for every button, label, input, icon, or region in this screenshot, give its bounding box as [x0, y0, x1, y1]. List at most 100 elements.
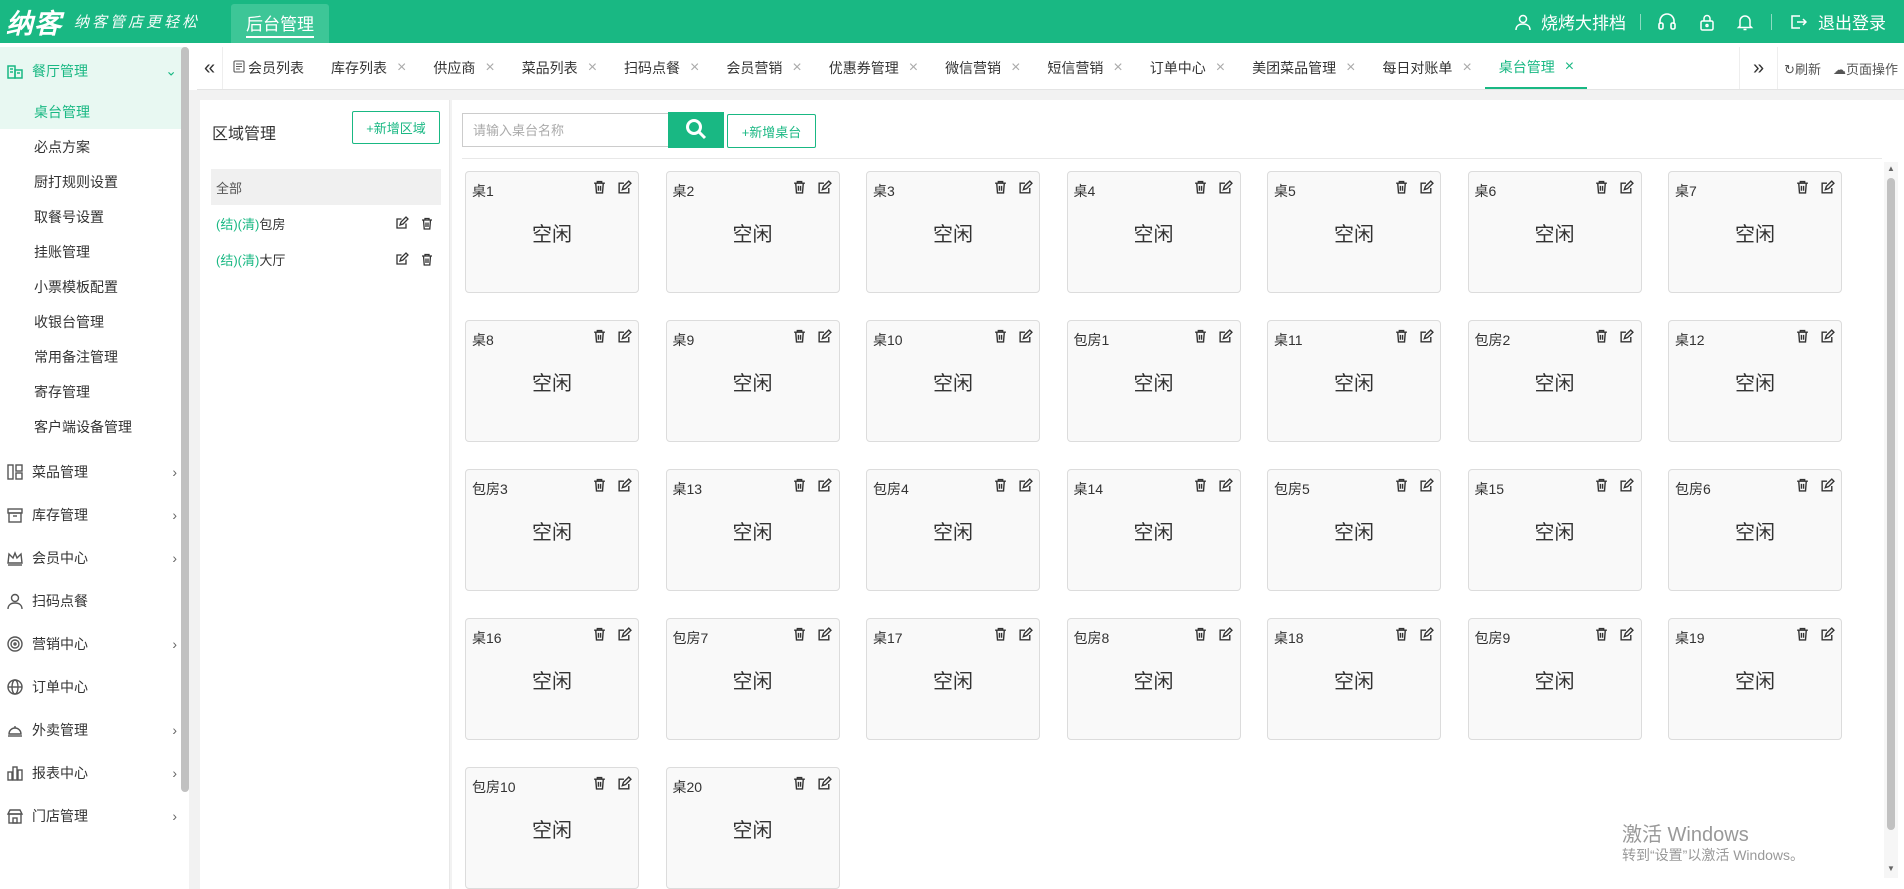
close-icon[interactable]: × — [1346, 59, 1355, 77]
table-card[interactable]: 包房7 空闲 — [665, 618, 840, 740]
edit-icon[interactable] — [817, 626, 833, 642]
table-card[interactable]: 桌1 空闲 — [465, 171, 639, 293]
scroll-down-arrow-icon[interactable]: ▼ — [1887, 864, 1895, 873]
edit-icon[interactable] — [1418, 328, 1434, 344]
area-item-all[interactable]: 全部 — [211, 169, 441, 205]
logout-button[interactable]: 退出登录 — [1786, 0, 1904, 43]
edit-icon[interactable] — [616, 775, 632, 791]
edit-icon[interactable] — [616, 328, 632, 344]
tab-dish-list[interactable]: 菜品列表 × — [508, 47, 610, 89]
edit-icon[interactable] — [1819, 626, 1835, 642]
close-icon[interactable]: × — [485, 59, 494, 77]
trash-icon[interactable] — [992, 328, 1008, 344]
table-card[interactable]: 包房8 空闲 — [1066, 618, 1241, 740]
tab-scroll-right[interactable]: » — [1739, 47, 1777, 89]
add-area-button[interactable]: +新增区域 — [352, 111, 440, 144]
trash-icon[interactable] — [792, 477, 808, 493]
trash-icon[interactable] — [1594, 328, 1610, 344]
search-button[interactable] — [668, 112, 724, 148]
edit-icon[interactable] — [1819, 328, 1835, 344]
edit-icon[interactable] — [1819, 477, 1835, 493]
table-card[interactable]: 桌11 空闲 — [1267, 320, 1441, 442]
edit-icon[interactable] — [1619, 179, 1635, 195]
table-card[interactable]: 桌4 空闲 — [1066, 171, 1241, 293]
edit-icon[interactable] — [1619, 626, 1635, 642]
table-card[interactable]: 包房10 空闲 — [465, 767, 639, 889]
trash-icon[interactable] — [992, 626, 1008, 642]
close-icon[interactable]: × — [690, 59, 699, 77]
table-card[interactable]: 桌19 空闲 — [1668, 618, 1842, 740]
tab-scan-order[interactable]: 扫码点餐 × — [610, 47, 712, 89]
table-card[interactable]: 桌5 空闲 — [1267, 171, 1441, 293]
sidebar-group-store[interactable]: 门店管理 › — [0, 794, 187, 837]
table-card[interactable]: 包房9 空闲 — [1467, 618, 1642, 740]
table-card[interactable]: 桌9 空闲 — [665, 320, 840, 442]
trash-icon[interactable] — [419, 251, 435, 267]
trash-icon[interactable] — [591, 328, 607, 344]
edit-icon[interactable] — [1819, 179, 1835, 195]
trash-icon[interactable] — [1193, 328, 1209, 344]
scroll-up-arrow-icon[interactable]: ▲ — [1887, 164, 1895, 173]
sidebar-item-must-order[interactable]: 必点方案 — [0, 129, 187, 164]
trash-icon[interactable] — [792, 328, 808, 344]
edit-icon[interactable] — [817, 477, 833, 493]
trash-icon[interactable] — [792, 626, 808, 642]
trash-icon[interactable] — [1193, 626, 1209, 642]
tab-meituan-dishes[interactable]: 美团菜品管理 × — [1238, 47, 1368, 89]
trash-icon[interactable] — [591, 477, 607, 493]
edit-icon[interactable] — [1017, 179, 1033, 195]
edit-icon[interactable] — [394, 215, 410, 231]
trash-icon[interactable] — [419, 215, 435, 231]
trash-icon[interactable] — [792, 775, 808, 791]
add-table-button[interactable]: +新增桌台 — [727, 114, 816, 148]
sidebar-scrollbar[interactable] — [181, 47, 189, 792]
close-icon[interactable]: × — [1113, 59, 1122, 77]
sidebar-group-orders[interactable]: 订单中心 — [0, 665, 187, 708]
sidebar-item-cashier[interactable]: 收银台管理 — [0, 304, 187, 339]
trash-icon[interactable] — [1794, 477, 1810, 493]
grid-scrollbar-thumb[interactable] — [1887, 178, 1895, 830]
sidebar-group-marketing[interactable]: 营销中心 › — [0, 622, 187, 665]
sidebar-group-members[interactable]: 会员中心 › — [0, 536, 187, 579]
close-icon[interactable]: × — [1462, 59, 1471, 77]
edit-icon[interactable] — [1017, 328, 1033, 344]
edit-icon[interactable] — [616, 477, 632, 493]
refresh-button[interactable]: ↻刷新 — [1778, 59, 1827, 78]
trash-icon[interactable] — [992, 179, 1008, 195]
trash-icon[interactable] — [1794, 179, 1810, 195]
edit-icon[interactable] — [1418, 179, 1434, 195]
edit-icon[interactable] — [1418, 477, 1434, 493]
close-icon[interactable]: × — [1565, 58, 1574, 76]
table-card[interactable]: 包房4 空闲 — [866, 469, 1040, 591]
table-card[interactable]: 包房1 空闲 — [1066, 320, 1241, 442]
table-card[interactable]: 桌14 空闲 — [1066, 469, 1241, 591]
tab-table-management[interactable]: 桌台管理 × — [1484, 47, 1588, 89]
sidebar-item-storage[interactable]: 寄存管理 — [0, 374, 187, 409]
edit-icon[interactable] — [1017, 626, 1033, 642]
page-ops-button[interactable]: ☁页面操作 — [1827, 59, 1904, 78]
table-search-input[interactable] — [462, 113, 668, 147]
trash-icon[interactable] — [591, 626, 607, 642]
store-switch[interactable]: 烧烤大排档 — [1511, 0, 1626, 43]
sidebar-item-receipt-template[interactable]: 小票模板配置 — [0, 269, 187, 304]
table-card[interactable]: 桌7 空闲 — [1668, 171, 1842, 293]
edit-icon[interactable] — [817, 775, 833, 791]
edit-icon[interactable] — [1218, 328, 1234, 344]
table-card[interactable]: 桌10 空闲 — [866, 320, 1040, 442]
tab-member-list[interactable]: 会员列表 — [223, 47, 317, 89]
sidebar-group-inventory[interactable]: 库存管理 › — [0, 493, 187, 536]
trash-icon[interactable] — [792, 179, 808, 195]
sidebar-group-delivery[interactable]: 外卖管理 › — [0, 708, 187, 751]
edit-icon[interactable] — [1619, 328, 1635, 344]
edit-icon[interactable] — [616, 626, 632, 642]
trash-icon[interactable] — [1594, 179, 1610, 195]
close-icon[interactable]: × — [397, 59, 406, 77]
sidebar-item-pickup-number[interactable]: 取餐号设置 — [0, 199, 187, 234]
close-icon[interactable]: × — [1011, 59, 1020, 77]
area-item-hall[interactable]: (结)(清) 大厅 — [211, 241, 441, 277]
area-item-private-room[interactable]: (结)(清) 包房 — [211, 205, 441, 241]
table-card[interactable]: 桌15 空闲 — [1467, 469, 1642, 591]
tab-order-center[interactable]: 订单中心 × — [1136, 47, 1238, 89]
sidebar-group-dishes[interactable]: 菜品管理 › — [0, 450, 187, 493]
tab-sms-marketing[interactable]: 短信营销 × — [1033, 47, 1135, 89]
